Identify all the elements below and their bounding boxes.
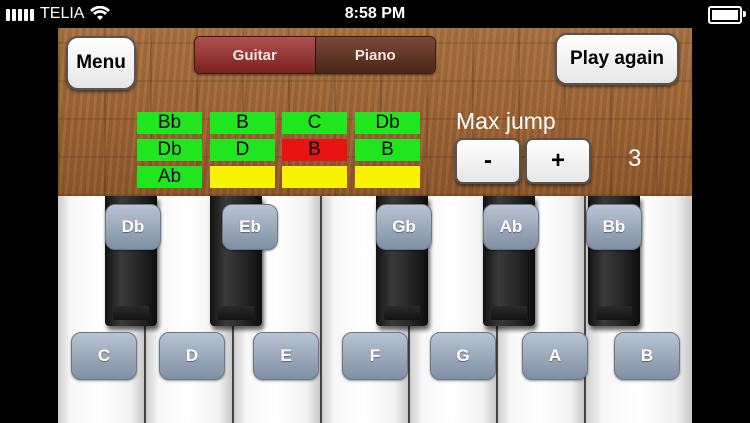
note-cell-r3-c4 (355, 166, 420, 188)
note-cell-r3-c3 (282, 166, 347, 188)
key-label-f: F (342, 332, 408, 380)
note-cell-r1-c2: B (210, 112, 275, 134)
key-label-e: E (253, 332, 319, 380)
max-jump-value: 3 (628, 145, 642, 172)
increase-jump-button[interactable]: + (525, 138, 591, 184)
note-cell-r3-c2 (210, 166, 275, 188)
key-label-gb: Gb (376, 204, 432, 250)
tab-piano[interactable]: Piano (314, 37, 435, 73)
play-again-button[interactable]: Play again (555, 33, 679, 85)
piano-keyboard: Db Eb Gb Ab Bb C D E F G A B (58, 196, 692, 423)
key-label-b: B (614, 332, 680, 380)
mode-segmented-control: Guitar Piano (194, 36, 436, 74)
note-cell-r1-c1: Bb (137, 112, 202, 134)
battery-icon (708, 6, 746, 24)
note-cell-r1-c4: Db (355, 112, 420, 134)
note-cell-r2-c3: B (282, 139, 347, 161)
key-label-c: C (71, 332, 137, 380)
note-cell-r2-c1: Db (137, 139, 202, 161)
key-label-bb: Bb (586, 204, 642, 250)
key-label-a: A (522, 332, 588, 380)
status-bar: TELIA 8:58 PM (0, 0, 750, 28)
key-label-ab: Ab (483, 204, 539, 250)
note-cell-r3-c1: Ab (137, 166, 202, 188)
max-jump-label: Max jump (456, 108, 556, 134)
status-time: 8:58 PM (344, 5, 406, 22)
key-label-g: G (430, 332, 496, 380)
note-cell-r2-c2: D (210, 139, 275, 161)
key-label-d: D (159, 332, 225, 380)
decrease-jump-button[interactable]: - (455, 138, 521, 184)
wood-panel: Menu Guitar Piano Play again Bb B C Db D… (58, 28, 692, 196)
key-label-db: Db (105, 204, 161, 250)
note-cell-r1-c3: C (282, 112, 347, 134)
app-screen: Menu Guitar Piano Play again Bb B C Db D… (58, 28, 692, 423)
menu-button[interactable]: Menu (66, 36, 136, 90)
tab-guitar[interactable]: Guitar (195, 37, 315, 73)
note-cell-r2-c4: B (355, 139, 420, 161)
key-label-eb: Eb (222, 204, 278, 250)
